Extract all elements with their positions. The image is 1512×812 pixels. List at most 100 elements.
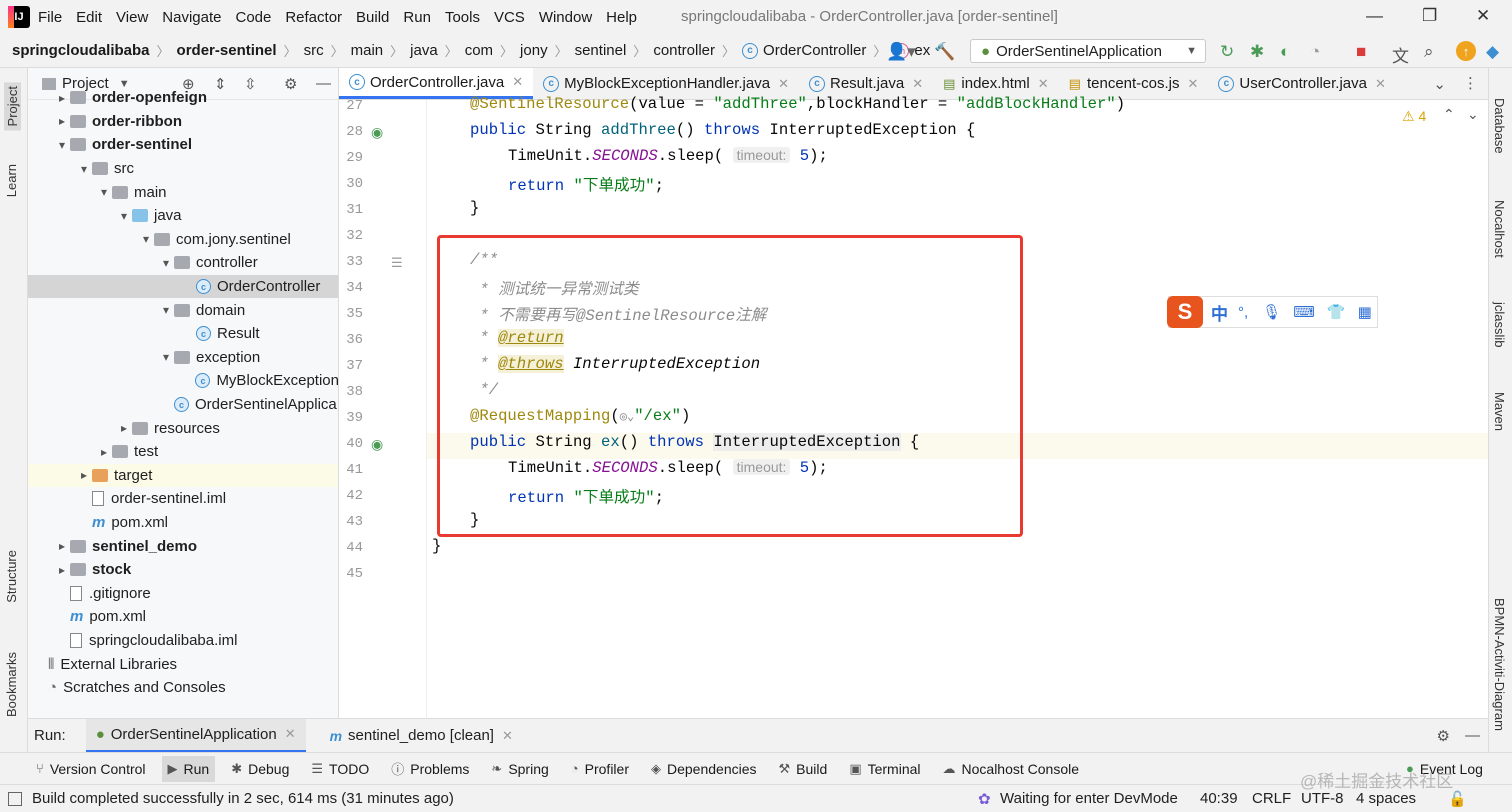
crumb-java[interactable]: java [410, 42, 438, 59]
close-tab-icon[interactable]: ✕ [778, 76, 789, 92]
tool-version-control[interactable]: ⑂ Version Control [30, 756, 152, 782]
tree-item[interactable]: ▾ controller [28, 251, 338, 275]
crumb-jony[interactable]: jony [520, 42, 548, 59]
tool-maven[interactable]: Maven [1492, 392, 1507, 431]
crumb-com[interactable]: com [465, 42, 493, 59]
skin-icon[interactable]: 👕 [1327, 303, 1346, 321]
menu-run[interactable]: Run [403, 9, 431, 26]
tree-item[interactable]: c OrderSentinelApplica [28, 393, 338, 417]
chevron-down-icon[interactable]: ⌄ [1433, 75, 1446, 93]
tree-item[interactable]: ⫴ External Libraries [28, 652, 338, 676]
tree-item[interactable]: ▾ exception [28, 346, 338, 370]
run-tab-maven[interactable]: m sentinel_demo [clean] ✕ [320, 727, 523, 744]
menu-build[interactable]: Build [356, 9, 389, 26]
file-encoding[interactable]: UTF-8 [1301, 790, 1344, 807]
caret-position[interactable]: 40:39 [1200, 790, 1238, 807]
chevron-right-icon[interactable]: ▸ [54, 563, 70, 577]
line-separator[interactable]: CRLF [1252, 790, 1291, 807]
crumb-main[interactable]: main [351, 42, 384, 59]
tool-todo[interactable]: ☰ TODO [305, 756, 375, 782]
tree-item[interactable]: c OrderController [28, 274, 338, 299]
status-message[interactable]: Build completed successfully in 2 sec, 6… [32, 790, 454, 807]
menu-vcs[interactable]: VCS [494, 9, 525, 26]
chevron-right-icon[interactable]: ▸ [76, 468, 92, 482]
menu-tools[interactable]: Tools [445, 9, 480, 26]
tool-nocalhost[interactable]: Nocalhost [1492, 200, 1507, 258]
chevron-down-icon[interactable]: ▾ [54, 138, 70, 152]
hide-icon[interactable]: — [1465, 727, 1480, 744]
close-tab-icon[interactable]: ✕ [1038, 76, 1049, 92]
translate-icon[interactable]: 文 [1392, 42, 1409, 67]
jetbrains-icon[interactable]: ◆ [1486, 42, 1499, 62]
tool-build[interactable]: ⚒ Build [773, 756, 834, 782]
profile-icon[interactable]: ◔ [1310, 42, 1320, 62]
tree-item[interactable]: ▾ main [28, 180, 338, 204]
tree-item[interactable]: ▸ sentinel_demo [28, 534, 338, 558]
chevron-down-icon[interactable]: ▾ [158, 303, 174, 317]
crumb-module[interactable]: order-sentinel [177, 42, 277, 59]
tool-jclasslib[interactable]: jclasslib [1492, 302, 1507, 348]
tree-item[interactable]: .gitignore [28, 582, 338, 606]
tree-item[interactable]: ▾ order-sentinel [28, 133, 338, 157]
chevron-right-icon[interactable]: ▸ [96, 445, 112, 459]
tool-database[interactable]: Database [1492, 98, 1507, 154]
menu-file[interactable]: File [38, 9, 62, 26]
spring-mapping-icon[interactable]: ◉ [371, 436, 383, 453]
indent-setting[interactable]: 4 spaces [1356, 790, 1416, 807]
ime-toolbar[interactable]: S 中 °, 🎙 ⌨ 👕 ▦ [1167, 296, 1378, 328]
close-tab-icon[interactable]: ✕ [512, 74, 523, 90]
tool-nocalhost-console[interactable]: ☁ Nocalhost Console [937, 756, 1086, 782]
spring-mapping-icon[interactable]: ◉ [371, 124, 383, 141]
tool-debug[interactable]: ✱ Debug [225, 756, 295, 782]
lock-icon[interactable]: 🔓 [1448, 790, 1467, 808]
tree-item[interactable]: c MyBlockException [28, 369, 338, 393]
hammer-icon[interactable]: 🔨 [934, 42, 955, 62]
close-tab-icon[interactable]: ✕ [1188, 76, 1199, 92]
menu-edit[interactable]: Edit [76, 9, 102, 26]
status-toggle-icon[interactable] [8, 791, 22, 806]
tool-dependencies[interactable]: ◈ Dependencies [645, 756, 763, 782]
menu-code[interactable]: Code [235, 9, 271, 26]
chevron-down-icon[interactable]: ▾ [96, 185, 112, 199]
tree-item[interactable]: ▾ java [28, 204, 338, 228]
debug-icon[interactable]: ✱ [1250, 42, 1264, 62]
crumb-src[interactable]: src [304, 42, 324, 59]
tree-item[interactable]: ▾ src [28, 157, 338, 181]
doc-icon[interactable]: ☰ [391, 255, 403, 271]
tree-item[interactable]: ▾ domain [28, 298, 338, 322]
tree-item[interactable]: m pom.xml [28, 511, 338, 535]
warning-indicator[interactable]: ⚠ 4 [1402, 108, 1426, 125]
close-tab-icon[interactable]: ✕ [912, 76, 923, 92]
close-tab-icon[interactable]: ✕ [285, 726, 296, 742]
ime-mode-zh[interactable]: 中 [1211, 300, 1228, 325]
tool-run[interactable]: ▶ Run [161, 755, 216, 782]
crumb-class[interactable]: OrderController [763, 42, 866, 59]
tool-bpmn[interactable]: BPMN-Activiti-Diagram [1492, 598, 1507, 731]
chevron-down-icon[interactable]: ▾ [138, 232, 154, 246]
restore-icon[interactable]: ❐ [1422, 6, 1437, 26]
coverage-icon[interactable]: ◐ [1280, 42, 1290, 62]
close-icon[interactable]: ✕ [1476, 6, 1490, 26]
tab-usercontroller[interactable]: c UserController.java ✕ [1208, 68, 1395, 99]
tool-spring[interactable]: ❧ Spring [485, 756, 554, 782]
more-icon[interactable]: ⋮ [1463, 74, 1478, 92]
user-icon[interactable]: 👤▾ [886, 42, 916, 62]
chevron-right-icon[interactable]: ▸ [54, 91, 70, 105]
globe-icon[interactable]: ◎⌄ [620, 410, 634, 424]
chevron-down-icon[interactable]: ▾ [76, 162, 92, 176]
chevron-right-icon[interactable]: ▸ [54, 114, 70, 128]
tree-item[interactable]: ▾ com.jony.sentinel [28, 228, 338, 252]
tool-structure[interactable]: Structure [4, 550, 19, 603]
rerun-icon[interactable]: ↻ [1220, 42, 1234, 62]
menu-window[interactable]: Window [539, 9, 592, 26]
tool-terminal[interactable]: ▣ Terminal [843, 756, 926, 782]
mic-icon[interactable]: 🎙 [1262, 303, 1281, 321]
chevron-right-icon[interactable]: ▸ [116, 421, 132, 435]
tree-item[interactable]: ▸ order-ribbon [28, 110, 338, 134]
chevron-down-icon[interactable]: ▾ [116, 209, 132, 223]
close-tab-icon[interactable]: ✕ [1375, 76, 1386, 92]
crumb-project[interactable]: springcloudalibaba [12, 42, 150, 59]
chevron-down-icon[interactable]: ▾ [158, 350, 174, 364]
tree-item[interactable]: ▸ order-openfeign [28, 86, 338, 110]
minimize-icon[interactable]: — [1366, 6, 1383, 26]
